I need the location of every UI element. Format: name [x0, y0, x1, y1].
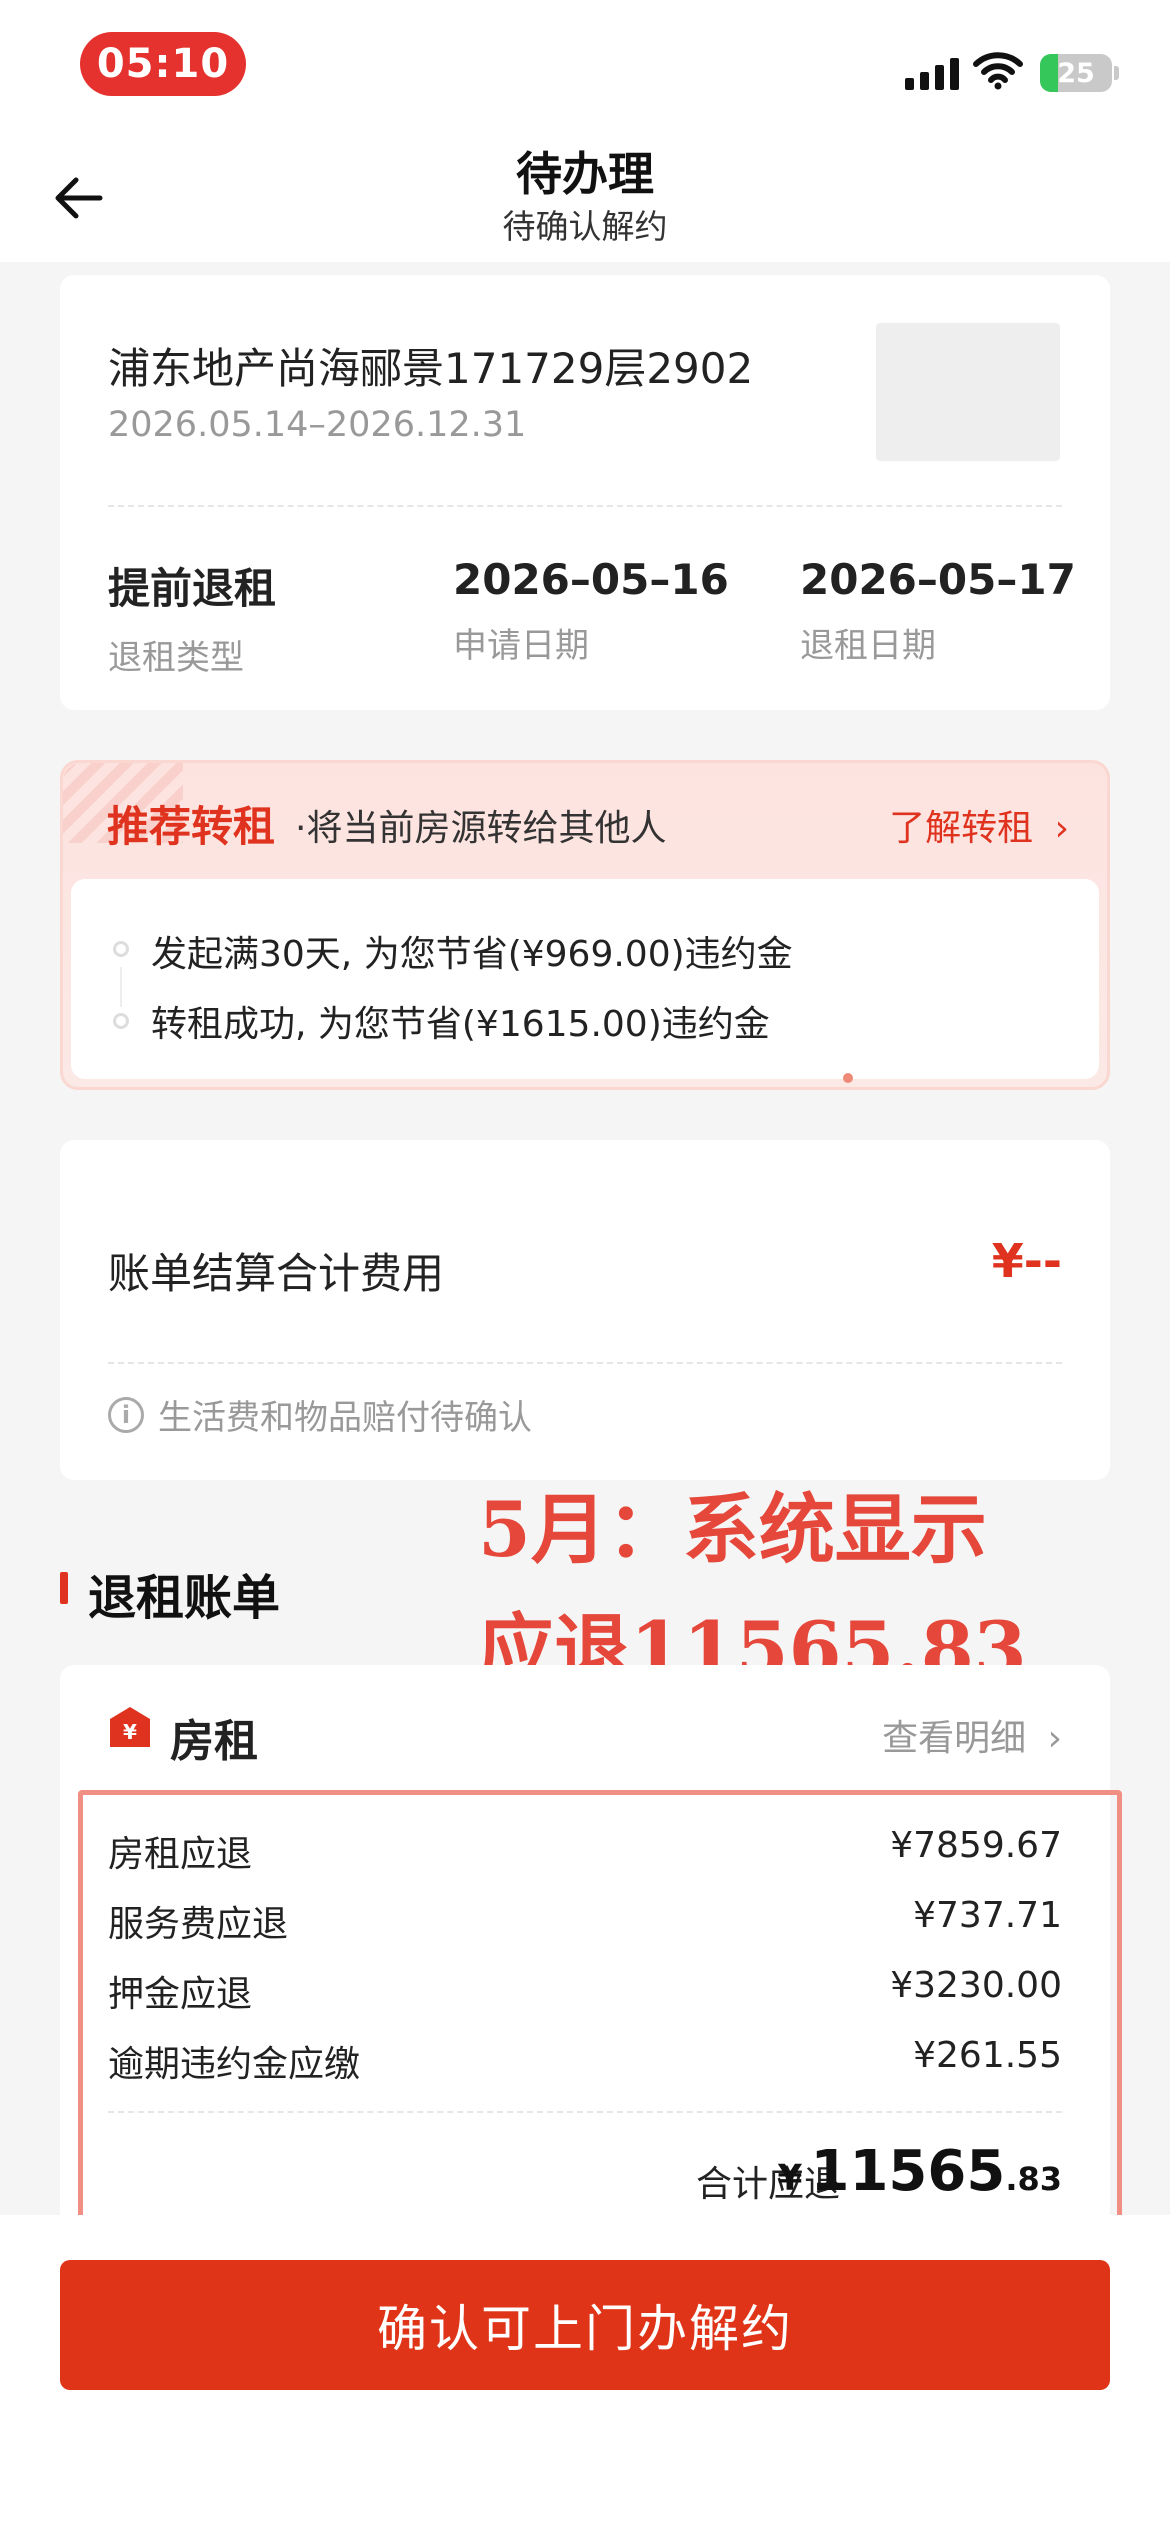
- property-address: 浦东地产尚海郦景171729层2902: [108, 344, 754, 393]
- lease-period: 2026.05.14–2026.12.31: [108, 405, 527, 445]
- battery-icon: 25: [1040, 54, 1112, 92]
- info-value: 2026–05–17: [800, 555, 1076, 604]
- recommend-list: 发起满30天, 为您节省(¥969.00)违约金 转租成功, 为您节省(¥161…: [71, 879, 1099, 1083]
- divider: [108, 505, 1062, 507]
- highlight-box: [78, 1790, 1122, 2228]
- battery-cap: [1114, 66, 1119, 80]
- wifi-icon: [973, 52, 1023, 90]
- nav-bar: 待办理 待确认解约: [0, 130, 1170, 262]
- battery-level: 25: [1057, 57, 1095, 89]
- view-details-link[interactable]: 查看明细 ›: [882, 1709, 1062, 1761]
- status-bar: 05:10 25: [0, 0, 1170, 130]
- timeline-dot: [113, 1013, 129, 1029]
- settlement-card: 账单结算合计费用 ¥-- i 生活费和物品赔付待确认: [60, 1140, 1110, 1480]
- section-marker: [60, 1572, 68, 1604]
- property-thumbnail: [876, 323, 1060, 461]
- info-apply-date: 2026–05–16 申请日期: [453, 555, 729, 667]
- info-label: 退租日期: [800, 626, 936, 666]
- signal-icon: [905, 56, 959, 90]
- learn-sublet-label: 了解转租: [889, 808, 1034, 849]
- page-subtitle: 待确认解约: [502, 207, 668, 246]
- recommend-subtitle: ·将当前房源转给其他人: [295, 808, 667, 849]
- bottom-action-bar: 确认可上门办解约: [0, 2215, 1170, 2532]
- recommend-item: 转租成功, 为您节省(¥1615.00)违约金: [151, 1004, 770, 1045]
- info-icon: i: [108, 1396, 144, 1433]
- indicator-dot: [843, 1073, 853, 1083]
- sublet-recommend-card: 推荐转租 ·将当前房源转给其他人 了解转租 › 发起满30天, 为您节省(¥96…: [60, 760, 1110, 1090]
- confirm-button[interactable]: 确认可上门办解约: [60, 2260, 1110, 2390]
- settlement-label: 账单结算合计费用: [108, 1249, 445, 1298]
- section-title: 退租账单: [88, 1570, 281, 1626]
- recommend-item: 发起满30天, 为您节省(¥969.00)违约金: [151, 934, 793, 975]
- page-title: 待办理: [516, 147, 654, 201]
- info-label: 申请日期: [453, 626, 589, 666]
- timeline-dot: [113, 941, 129, 957]
- house-yen-icon: ¥: [110, 1707, 150, 1747]
- chevron-right-icon: ›: [1054, 808, 1069, 849]
- pending-note-text: 生活费和物品赔付待确认: [158, 1398, 532, 1438]
- info-checkout-date: 2026–05–17 退租日期: [800, 555, 1076, 667]
- view-details-label: 查看明细: [882, 1718, 1027, 1759]
- recommend-title: 推荐转租: [107, 802, 276, 851]
- timeline-line: [120, 967, 122, 1007]
- annotation-line: 5月：系统显示: [478, 1485, 987, 1574]
- svg-text:¥: ¥: [123, 1720, 137, 1744]
- status-time: 05:10: [80, 32, 246, 96]
- info-type: 提前退租 退租类型: [108, 555, 276, 679]
- property-card: 浦东地产尚海郦景171729层2902 2026.05.14–2026.12.3…: [60, 275, 1110, 710]
- settlement-value: ¥--: [991, 1234, 1062, 1288]
- info-label: 退租类型: [108, 638, 244, 678]
- chevron-right-icon: ›: [1047, 1718, 1062, 1759]
- rent-category: 房租: [170, 1716, 258, 1767]
- info-value: 提前退租: [108, 564, 277, 613]
- pending-note: i 生活费和物品赔付待确认: [108, 1390, 532, 1439]
- info-value: 2026–05–16: [453, 555, 729, 604]
- learn-sublet-link[interactable]: 了解转租 ›: [889, 799, 1069, 851]
- divider: [108, 1362, 1062, 1364]
